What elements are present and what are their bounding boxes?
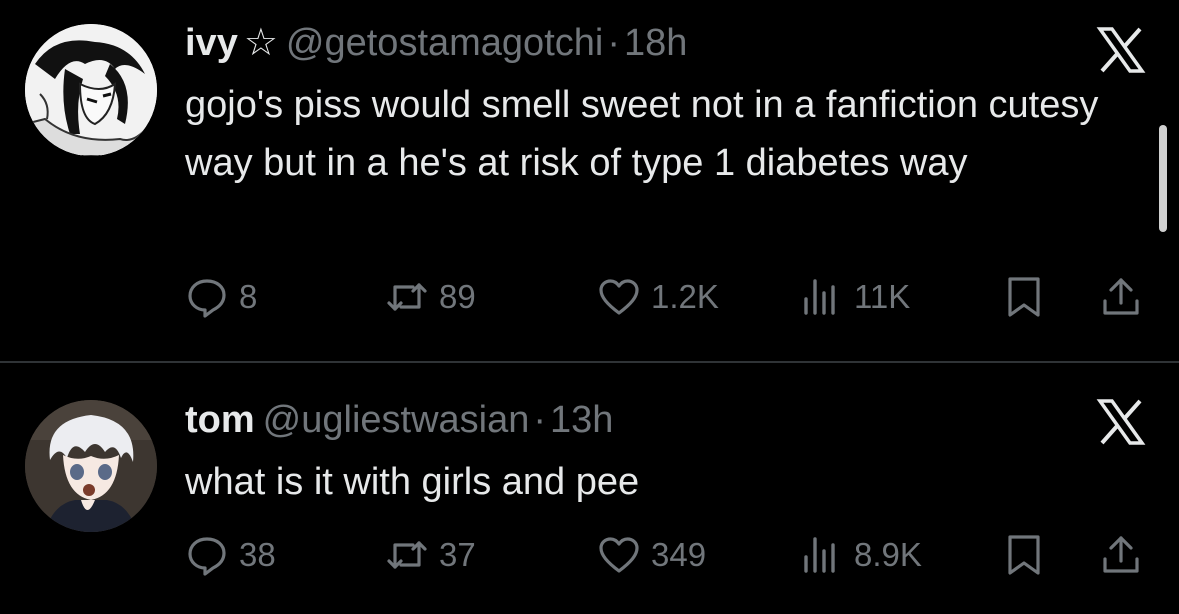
avatar[interactable] (25, 400, 157, 532)
tweet-header: tom @ugliestwasian · 13h (185, 398, 613, 442)
display-name[interactable]: ivy (185, 22, 238, 64)
like-count: 349 (651, 536, 707, 573)
reply-count: 38 (239, 536, 276, 573)
repost-count: 89 (439, 278, 476, 315)
scrollbar[interactable] (1159, 125, 1167, 232)
heart-icon (597, 275, 641, 319)
x-logo-icon (1096, 397, 1146, 447)
repost-count: 37 (439, 536, 476, 573)
star-badge: ☆ (243, 22, 278, 64)
repost-icon (385, 275, 429, 319)
views-icon (800, 533, 844, 577)
bookmark-icon (1002, 533, 1046, 577)
like-count: 1.2K (651, 278, 719, 315)
timestamp[interactable]: 18h (624, 22, 687, 64)
tweet-actions: 38 37 349 8.9K (0, 530, 1179, 580)
avatar[interactable] (25, 24, 157, 156)
views-count: 8.9K (854, 536, 922, 573)
repost-button[interactable]: 89 (385, 272, 476, 322)
user-handle[interactable]: @ugliestwasian (263, 399, 530, 441)
views-button[interactable]: 11K (800, 272, 910, 322)
heart-icon (597, 533, 641, 577)
reply-count: 8 (239, 278, 258, 315)
reply-icon (185, 275, 229, 319)
repost-icon (385, 533, 429, 577)
display-name[interactable]: tom (185, 399, 255, 441)
reply-button[interactable]: 8 (185, 272, 257, 322)
reply-icon (185, 533, 229, 577)
share-button[interactable] (1099, 530, 1143, 580)
separator-dot: · (607, 22, 620, 64)
x-logo-icon (1096, 25, 1146, 75)
reply-button[interactable]: 38 (185, 530, 276, 580)
tweet-actions: 8 89 1.2K 11K (0, 272, 1179, 322)
views-count: 11K (854, 278, 911, 315)
timestamp[interactable]: 13h (550, 399, 613, 441)
views-icon (800, 275, 844, 319)
like-button[interactable]: 349 (597, 530, 706, 580)
share-icon (1099, 533, 1143, 577)
separator-dot: · (533, 399, 547, 441)
repost-button[interactable]: 37 (385, 530, 476, 580)
tweet-header: ivy ☆ @getostamagotchi · 18h (185, 21, 687, 65)
user-handle[interactable]: @getostamagotchi (286, 22, 603, 64)
share-button[interactable] (1099, 272, 1143, 322)
views-button[interactable]: 8.9K (800, 530, 922, 580)
bookmark-button[interactable] (1002, 272, 1046, 322)
tweet-1[interactable]: ivy ☆ @getostamagotchi · 18h gojo's piss wou… (0, 0, 1179, 362)
share-icon (1099, 275, 1143, 319)
tweet-text: what is it with girls and pee (185, 461, 640, 503)
tweet-text: gojo's piss would smell sweet not in a f… (185, 84, 1099, 184)
like-button[interactable]: 1.2K (597, 272, 719, 322)
bookmark-button[interactable] (1002, 530, 1046, 580)
bookmark-icon (1002, 275, 1046, 319)
